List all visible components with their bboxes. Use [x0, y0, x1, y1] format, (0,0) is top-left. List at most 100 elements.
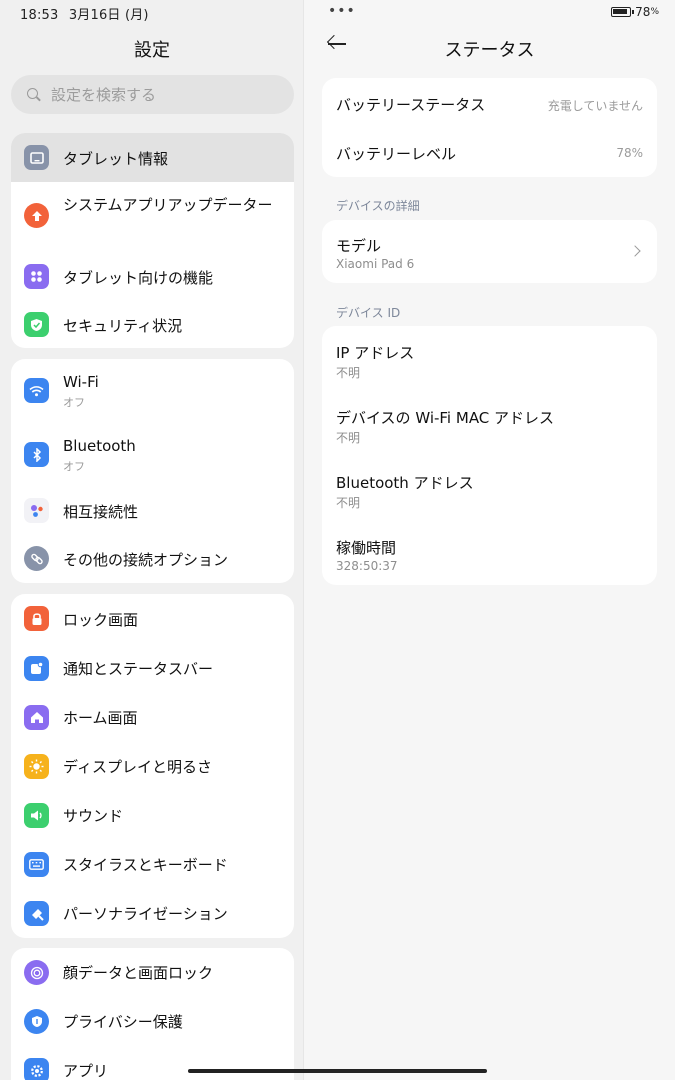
sidebar-item-label: タブレット情報: [63, 150, 169, 168]
device-id-card: IP アドレス 不明 デバイスの Wi-Fi MAC アドレス 不明 Bluet…: [322, 326, 657, 585]
battery-indicator: 78%: [611, 5, 659, 19]
uptime-row: 稼働時間 328:50:37: [336, 521, 643, 585]
sidebar-item-label: アプリ: [63, 1062, 109, 1080]
battery-level-row: バッテリーレベル 78%: [336, 128, 643, 177]
battery-status-row: バッテリーステータス 充電していません: [336, 78, 643, 128]
speaker-icon: [24, 803, 49, 828]
gear-icon: [24, 1058, 49, 1080]
battery-level-value: 78%: [616, 146, 643, 160]
sidebar-item-other-connections[interactable]: その他の接続オプション: [11, 535, 294, 583]
status-time: 18:53: [20, 8, 59, 23]
sidebar-item-label: Bluetooth: [63, 437, 136, 455]
search-input[interactable]: [51, 85, 251, 104]
sidebar-item-bluetooth[interactable]: Bluetooth オフ: [11, 423, 294, 487]
battery-percent-symbol: %: [650, 7, 659, 17]
settings-pane: 18:53 3月16日 (月) 設定 タブレット情報 システムアプリアップデータ…: [0, 0, 304, 1080]
home-indicator[interactable]: [188, 1069, 487, 1073]
sidebar-item-stylus-keyboard[interactable]: スタイラスとキーボード: [11, 840, 294, 889]
detail-title: ステータス: [444, 40, 535, 61]
battery-level-label: バッテリーレベル: [336, 145, 457, 163]
bluetooth-address-row: Bluetooth アドレス 不明: [336, 456, 643, 521]
more-dots-icon: •••: [328, 3, 356, 19]
settings-group-connections: Wi-Fi オフ Bluetooth オフ 相互接続性 その他の接続オプション: [11, 359, 294, 583]
sidebar-item-sound[interactable]: サウンド: [11, 791, 294, 840]
sidebar-item-wifi[interactable]: Wi-Fi オフ: [11, 359, 294, 423]
sidebar-item-label: 顔データと画面ロック: [63, 964, 214, 982]
sidebar-item-home-screen[interactable]: ホーム画面: [11, 693, 294, 742]
status-bar-left: 18:53 3月16日 (月): [20, 4, 149, 23]
wifi-status: オフ: [63, 396, 85, 409]
device-details-heading: デバイスの詳細: [336, 199, 420, 213]
settings-group-display: ロック画面 通知とステータスバー ホーム画面 ディスプレイと明るさ サウンド ス…: [11, 594, 294, 938]
shield-icon: [24, 312, 49, 337]
uptime-label: 稼働時間: [336, 539, 397, 557]
model-card[interactable]: モデル Xiaomi Pad 6: [322, 220, 657, 283]
sidebar-item-display[interactable]: ディスプレイと明るさ: [11, 742, 294, 791]
ip-address-label: IP アドレス: [336, 344, 415, 362]
wifi-icon: [24, 378, 49, 403]
sidebar-item-label: 通知とステータスバー: [63, 660, 214, 678]
model-row[interactable]: モデル Xiaomi Pad 6: [336, 220, 643, 283]
sidebar-item-privacy[interactable]: プライバシー保護: [11, 997, 294, 1046]
device-id-heading: デバイス ID: [336, 306, 401, 320]
ip-address-row: IP アドレス 不明: [336, 326, 643, 391]
arrow-up-icon: [24, 203, 49, 228]
battery-card: バッテリーステータス 充電していません バッテリーレベル 78%: [322, 78, 657, 177]
sidebar-item-label: サウンド: [63, 807, 124, 825]
sidebar-item-face-lock[interactable]: 顔データと画面ロック: [11, 948, 294, 997]
lock-icon: [24, 606, 49, 631]
home-icon: [24, 705, 49, 730]
model-value: Xiaomi Pad 6: [336, 257, 415, 271]
bluetooth-address-value: 不明: [336, 496, 361, 510]
notification-icon: [24, 656, 49, 681]
bluetooth-address-label: Bluetooth アドレス: [336, 474, 474, 492]
sidebar-item-security[interactable]: セキュリティ状況: [11, 301, 294, 348]
brush-icon: [24, 901, 49, 926]
page-title: 設定: [134, 40, 170, 61]
chevron-right-icon: [629, 245, 641, 257]
sidebar-item-label: 相互接続性: [63, 503, 139, 521]
grid-icon: [24, 264, 49, 289]
sidebar-item-tablet-features[interactable]: タブレット向けの機能: [11, 252, 294, 301]
sidebar-item-system-app-updater[interactable]: システムアプリアップデーター: [11, 182, 294, 252]
wifi-mac-value: 不明: [336, 431, 361, 445]
sidebar-item-tablet-info[interactable]: タブレット情報: [11, 133, 294, 182]
uptime-value: 328:50:37: [336, 559, 398, 573]
status-date: 3月16日 (月): [68, 8, 149, 23]
sidebar-item-label: スタイラスとキーボード: [63, 856, 228, 874]
wifi-mac-row: デバイスの Wi-Fi MAC アドレス 不明: [336, 391, 643, 456]
sidebar-item-personalization[interactable]: パーソナライゼーション: [11, 889, 294, 938]
search-icon: [27, 87, 41, 102]
detail-pane: ••• 78% ステータス バッテリーステータス 充電していません バッテリーレ…: [304, 0, 675, 1080]
sidebar-item-label: タブレット向けの機能: [63, 269, 214, 287]
settings-group-about: タブレット情報 システムアプリアップデーター タブレット向けの機能 セキュリティ…: [11, 133, 294, 348]
bluetooth-status: オフ: [63, 460, 85, 473]
bluetooth-icon: [24, 442, 49, 467]
interconnect-icon: [24, 498, 49, 523]
sidebar-item-label: セキュリティ状況: [63, 317, 183, 335]
battery-icon: [611, 7, 635, 17]
battery-percent: 78: [635, 5, 651, 19]
tablet-icon: [24, 145, 49, 170]
sidebar-item-label: その他の接続オプション: [63, 551, 229, 569]
search-bar[interactable]: [11, 75, 294, 114]
battery-status-value: 充電していません: [547, 99, 643, 113]
sidebar-item-label: ロック画面: [63, 611, 139, 629]
sidebar-item-notifications[interactable]: 通知とステータスバー: [11, 644, 294, 693]
battery-status-label: バッテリーステータス: [336, 96, 486, 114]
face-icon: [24, 960, 49, 985]
privacy-icon: [24, 1009, 49, 1034]
sidebar-item-label: ホーム画面: [63, 709, 138, 727]
sidebar-item-label: プライバシー保護: [63, 1013, 183, 1031]
wifi-mac-label: デバイスの Wi-Fi MAC アドレス: [336, 409, 555, 427]
link-icon: [24, 546, 49, 571]
sun-icon: [24, 754, 49, 779]
keyboard-icon: [24, 852, 49, 877]
sidebar-item-lock-screen[interactable]: ロック画面: [11, 594, 294, 644]
sidebar-item-label: システムアプリアップデーター: [63, 196, 273, 214]
ip-address-value: 不明: [336, 366, 361, 380]
sidebar-item-interconnectivity[interactable]: 相互接続性: [11, 487, 294, 535]
sidebar-item-label: パーソナライゼーション: [63, 905, 228, 923]
sidebar-item-label: ディスプレイと明るさ: [63, 758, 212, 776]
sidebar-item-apps[interactable]: アプリ: [11, 1046, 294, 1080]
